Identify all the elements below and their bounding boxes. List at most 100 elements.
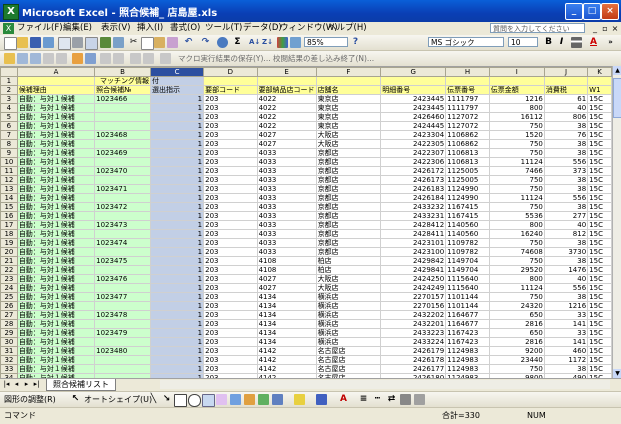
dash-style-icon[interactable]: ┅ bbox=[372, 394, 383, 405]
cell[interactable]: 4108 bbox=[256, 265, 317, 275]
row-header[interactable]: 33 bbox=[0, 364, 18, 374]
cell[interactable]: 自動：与対１候補 bbox=[16, 211, 96, 221]
cell[interactable]: 1 bbox=[149, 355, 205, 365]
cell[interactable]: 4027 bbox=[256, 274, 317, 284]
cell[interactable]: 1023466 bbox=[94, 94, 151, 104]
cell[interactable]: 2426460 bbox=[380, 112, 447, 122]
cell[interactable]: 203 bbox=[203, 193, 258, 203]
review-icon-5[interactable] bbox=[56, 53, 67, 64]
cell[interactable]: 4033 bbox=[256, 220, 317, 230]
cell[interactable]: 柏店 bbox=[315, 265, 382, 275]
cell[interactable] bbox=[315, 76, 382, 86]
italic-button[interactable]: I bbox=[556, 37, 567, 48]
cell[interactable]: 横浜店 bbox=[315, 301, 382, 311]
cell[interactable] bbox=[587, 76, 612, 86]
cell-matching-info-label[interactable]: マッチング情報 bbox=[94, 76, 151, 86]
cell[interactable]: 2424249 bbox=[380, 283, 447, 293]
table-row[interactable]: 16 自動：与対１候補 1 203 4033 京都店 2433231 1167415 5536 2… bbox=[0, 211, 612, 221]
cell[interactable]: 1109782 bbox=[445, 247, 490, 257]
cell[interactable]: 2423445 bbox=[380, 94, 447, 104]
cell[interactable]: 2426177 bbox=[380, 364, 447, 374]
cell[interactable]: 2423101 bbox=[380, 238, 447, 248]
menu-view[interactable]: 表示(V) bbox=[101, 22, 130, 35]
cell[interactable]: 横浜店 bbox=[315, 310, 382, 320]
cell[interactable]: 203 bbox=[203, 130, 258, 140]
cell[interactable]: 東京店 bbox=[315, 112, 382, 122]
cell[interactable]: 141 bbox=[543, 337, 589, 347]
cell[interactable]: 1101144 bbox=[445, 292, 490, 302]
cell[interactable]: 1 bbox=[149, 247, 205, 257]
cell[interactable]: 大阪店 bbox=[315, 130, 382, 140]
cell[interactable]: 2426179 bbox=[380, 346, 447, 356]
new-icon[interactable] bbox=[4, 37, 17, 50]
cell[interactable]: 2426172 bbox=[380, 166, 447, 176]
cell[interactable]: 付 bbox=[149, 76, 205, 86]
row-header[interactable]: 14 bbox=[0, 193, 18, 203]
chart-wizard-icon[interactable] bbox=[277, 37, 288, 48]
cell[interactable]: 24320 bbox=[488, 301, 545, 311]
cell[interactable]: 203 bbox=[203, 364, 258, 374]
cell[interactable]: 806 bbox=[543, 112, 589, 122]
cell[interactable]: 自動：与対１候補 bbox=[16, 301, 96, 311]
cell[interactable]: 1 bbox=[149, 202, 205, 212]
row-header[interactable]: 12 bbox=[0, 175, 18, 185]
row-header[interactable]: 2 bbox=[0, 85, 18, 95]
cell[interactable]: 自動：与対１候補 bbox=[16, 337, 96, 347]
cell[interactable] bbox=[380, 76, 447, 86]
cell[interactable]: 15C bbox=[587, 157, 612, 167]
cell[interactable] bbox=[94, 283, 151, 293]
cell[interactable]: 203 bbox=[203, 220, 258, 230]
cell[interactable]: 京都店 bbox=[315, 157, 382, 167]
cell[interactable]: 2424445 bbox=[380, 121, 447, 131]
cell[interactable]: 2433223 bbox=[380, 328, 447, 338]
cell[interactable]: 556 bbox=[543, 157, 589, 167]
cell[interactable]: 15C bbox=[587, 112, 612, 122]
minimize-button[interactable]: _ bbox=[565, 3, 583, 20]
cell[interactable]: 15C bbox=[587, 292, 612, 302]
cell[interactable]: 750 bbox=[488, 121, 545, 131]
cell[interactable]: 1 bbox=[149, 256, 205, 266]
header-cell[interactable]: 要部納品店コード bbox=[256, 85, 317, 95]
cell[interactable]: 1 bbox=[149, 175, 205, 185]
cell[interactable]: 203 bbox=[203, 121, 258, 131]
cell[interactable]: 203 bbox=[203, 265, 258, 275]
row-header[interactable]: 17 bbox=[0, 220, 18, 230]
3d-icon[interactable] bbox=[414, 394, 425, 405]
doc-close-button[interactable]: × bbox=[610, 24, 620, 33]
cell[interactable]: 自動：与対１候補 bbox=[16, 94, 96, 104]
cell[interactable]: 1149704 bbox=[445, 256, 490, 266]
cell[interactable]: 203 bbox=[203, 202, 258, 212]
cell[interactable]: 1023472 bbox=[94, 202, 151, 212]
cell[interactable]: 4142 bbox=[256, 355, 317, 365]
cell[interactable]: 38 bbox=[543, 148, 589, 158]
cell[interactable] bbox=[543, 76, 589, 86]
sort-ascending-icon[interactable]: A↓ bbox=[249, 37, 260, 48]
cell[interactable]: 自動：与対１候補 bbox=[16, 184, 96, 194]
cell[interactable]: 4033 bbox=[256, 211, 317, 221]
header-cell[interactable]: 店舗名 bbox=[315, 85, 382, 95]
row-header[interactable]: 11 bbox=[0, 166, 18, 176]
table-row[interactable]: 4 自動：与対１候補 1 203 4022 東京店 2423445 1111797 800 40 1… bbox=[0, 103, 612, 113]
cell[interactable]: 16112 bbox=[488, 112, 545, 122]
cell[interactable]: 自動：与対１候補 bbox=[16, 166, 96, 176]
cell[interactable]: 750 bbox=[488, 292, 545, 302]
select-objects-icon[interactable]: ↖ bbox=[70, 394, 81, 405]
cell[interactable]: 15C bbox=[587, 274, 612, 284]
header-cell[interactable]: 選出指示 bbox=[149, 85, 205, 95]
fill-color-icon[interactable] bbox=[294, 394, 305, 405]
cell[interactable]: 33 bbox=[543, 328, 589, 338]
table-row[interactable]: 32 自動：与対１候補 1 203 4142 名古屋店 2426178 1124983 2344… bbox=[0, 355, 612, 365]
font-size-select[interactable]: 10 bbox=[508, 37, 538, 47]
cell[interactable] bbox=[94, 193, 151, 203]
select-all-corner[interactable] bbox=[0, 67, 18, 77]
cell[interactable]: 1023479 bbox=[94, 328, 151, 338]
cell[interactable]: 15C bbox=[587, 319, 612, 329]
cell[interactable]: 4033 bbox=[256, 247, 317, 257]
column-header[interactable]: J bbox=[543, 67, 589, 77]
table-row[interactable]: 10 自動：与対１候補 1 203 4033 京都店 2422306 1106813 11124… bbox=[0, 157, 612, 167]
cell[interactable] bbox=[94, 121, 151, 131]
cell[interactable]: 750 bbox=[488, 175, 545, 185]
cell[interactable]: 自動：与対１候補 bbox=[16, 328, 96, 338]
column-header[interactable]: F bbox=[315, 67, 382, 77]
cell[interactable]: 4134 bbox=[256, 301, 317, 311]
